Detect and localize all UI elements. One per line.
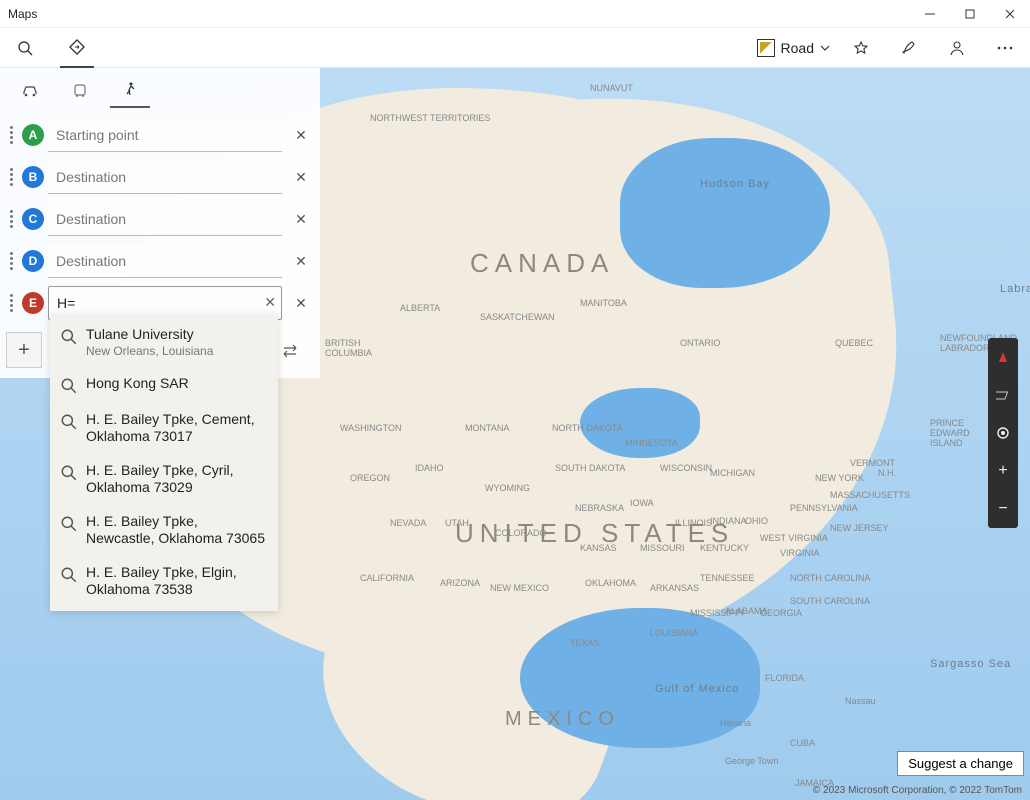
city-label: Nassau (845, 696, 876, 706)
stop-input-a[interactable] (48, 118, 282, 152)
title-bar: Maps (0, 0, 1030, 28)
stop-marker-c: C (22, 208, 44, 230)
region-label: PRINCE EDWARD ISLAND (930, 418, 980, 448)
compass-icon (999, 352, 1007, 362)
stop-marker-a: A (22, 124, 44, 146)
ink-button[interactable] (892, 28, 926, 68)
remove-stop-a[interactable]: ✕ (286, 120, 316, 150)
stop-marker-e: E (22, 292, 44, 314)
drag-handle[interactable] (4, 252, 18, 270)
suggestion-item[interactable]: Tulane University New Orleans, Louisiana (50, 318, 278, 367)
drag-handle[interactable] (4, 210, 18, 228)
stops-list: A ✕ B ✕ C ✕ D ✕ E ✕ (0, 108, 320, 324)
suggestion-title: H. E. Bailey Tpke, Cement, Oklahoma 7301… (86, 411, 255, 445)
city-label: George Town (725, 756, 778, 766)
road-icon (757, 39, 775, 57)
directions-button[interactable] (60, 28, 94, 68)
suggestion-title: Hong Kong SAR (86, 375, 189, 391)
map-controls: + − (988, 338, 1018, 528)
remove-stop-e[interactable]: ✕ (286, 288, 316, 318)
app-title: Maps (8, 7, 37, 21)
suggestion-title: Tulane University (86, 326, 194, 342)
mode-transit[interactable] (60, 74, 100, 108)
region-label: FLORIDA (765, 673, 804, 683)
suggestion-title: H. E. Bailey Tpke, Newcastle, Oklahoma 7… (86, 513, 265, 547)
favorites-button[interactable] (844, 28, 878, 68)
top-toolbar: Road (0, 28, 1030, 68)
search-suggestions: Tulane UniversityNew Orleans, Louisiana … (50, 314, 278, 611)
mode-driving[interactable] (10, 74, 50, 108)
remove-stop-c[interactable]: ✕ (286, 204, 316, 234)
region-label: ALABAMA (725, 606, 768, 616)
zoom-in-button[interactable]: + (988, 452, 1018, 490)
suggestion-title: H. E. Bailey Tpke, Elgin, Oklahoma 73538 (86, 564, 237, 598)
add-stop-button[interactable]: + (6, 332, 42, 368)
more-button[interactable] (988, 28, 1022, 68)
zoom-out-button[interactable]: − (988, 490, 1018, 528)
stop-row-b: B ✕ (4, 156, 316, 198)
drag-handle[interactable] (4, 168, 18, 186)
locate-me-button[interactable] (988, 414, 1018, 452)
clear-input-e[interactable]: ✕ (264, 294, 276, 311)
stop-row-c: C ✕ (4, 198, 316, 240)
stop-row-d: D ✕ (4, 240, 316, 282)
view-mode-label: Road (781, 40, 814, 56)
stop-row-a: A ✕ (4, 114, 316, 156)
map-view-selector[interactable]: Road (757, 39, 830, 57)
search-icon (60, 328, 78, 346)
suggestion-item[interactable]: Hong Kong SAR (50, 367, 278, 403)
suggestion-subtitle: New Orleans, Louisiana (86, 344, 213, 359)
close-button[interactable] (990, 0, 1030, 28)
region-label: NUNAVUT (590, 83, 633, 93)
drag-handle[interactable] (4, 294, 18, 312)
search-icon (60, 515, 78, 533)
compass-button[interactable] (988, 338, 1018, 376)
suggest-change-button[interactable]: Suggest a change (897, 751, 1024, 776)
region-label: SOUTH CAROLINA (790, 596, 870, 606)
region-label: NORTH CAROLINA (790, 573, 870, 583)
suggestion-item[interactable]: H. E. Bailey Tpke, Elgin, Oklahoma 73538 (50, 556, 278, 607)
directions-panel: A ✕ B ✕ C ✕ D ✕ E ✕ (0, 68, 320, 378)
search-icon (60, 464, 78, 482)
stop-input-b[interactable] (48, 160, 282, 194)
suggestion-item[interactable]: H. E. Bailey Tpke, Cement, Oklahoma 7301… (50, 403, 278, 454)
account-button[interactable] (940, 28, 974, 68)
tilt-button[interactable] (988, 376, 1018, 414)
region-label: N.H. (878, 468, 896, 478)
region-label: GEORGIA (760, 608, 802, 618)
travel-mode-bar (0, 68, 320, 108)
suggestion-title: H. E. Bailey Tpke, Cyril, Oklahoma 73029 (86, 462, 234, 496)
region-label: NEW JERSEY (830, 523, 889, 533)
search-icon (60, 377, 78, 395)
remove-stop-b[interactable]: ✕ (286, 162, 316, 192)
search-button[interactable] (8, 28, 42, 68)
stop-input-d[interactable] (48, 244, 282, 278)
mode-walking[interactable] (110, 74, 150, 108)
water-label: Sargasso Sea (930, 658, 1011, 670)
maximize-button[interactable] (950, 0, 990, 28)
search-icon (60, 566, 78, 584)
map-attribution: © 2023 Microsoft Corporation, © 2022 Tom… (813, 785, 1022, 796)
minimize-button[interactable] (910, 0, 950, 28)
stop-marker-d: D (22, 250, 44, 272)
search-icon (60, 413, 78, 431)
stop-input-c[interactable] (48, 202, 282, 236)
stop-marker-b: B (22, 166, 44, 188)
drag-handle[interactable] (4, 126, 18, 144)
region-label: CUBA (790, 738, 815, 748)
remove-stop-d[interactable]: ✕ (286, 246, 316, 276)
suggestion-item[interactable]: H. E. Bailey Tpke, Cyril, Oklahoma 73029 (50, 454, 278, 505)
suggestion-item[interactable]: H. E. Bailey Tpke, Newcastle, Oklahoma 7… (50, 505, 278, 556)
water-label: Labra (1000, 283, 1030, 295)
chevron-down-icon (820, 43, 830, 53)
